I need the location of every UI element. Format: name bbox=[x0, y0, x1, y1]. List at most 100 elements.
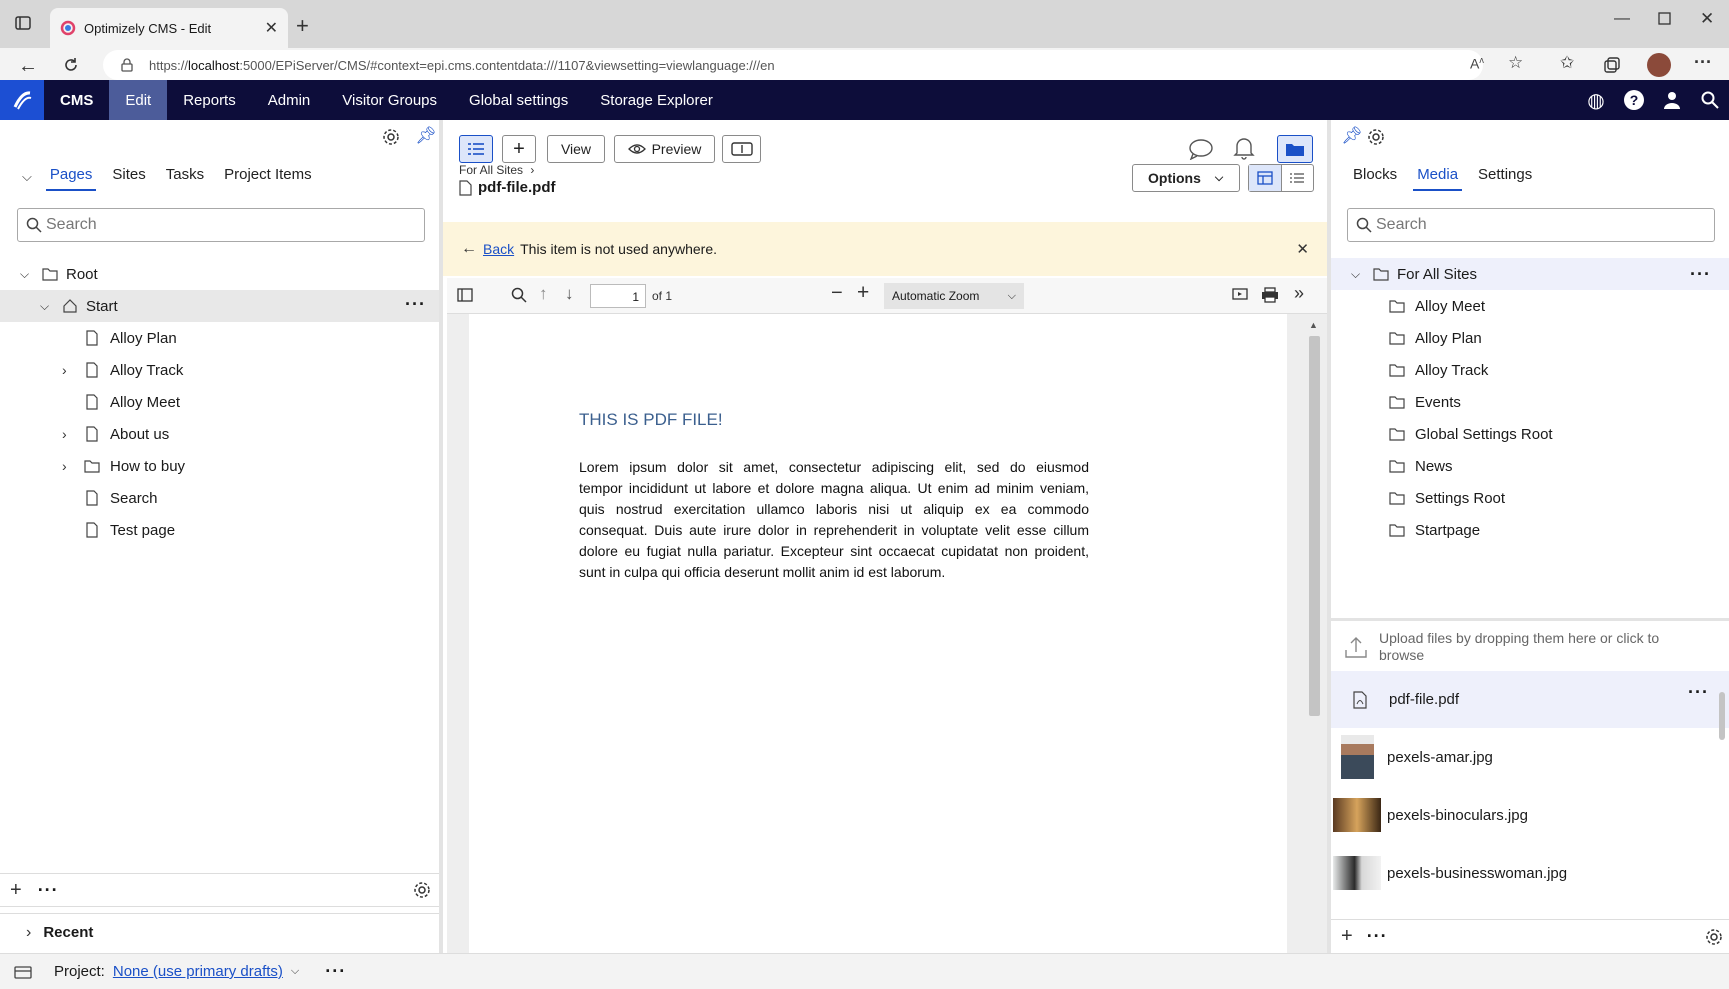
pdf-scrollbar[interactable] bbox=[1309, 336, 1320, 716]
toggle-assets-button[interactable] bbox=[1277, 135, 1313, 163]
tree-node-about-us[interactable]: › About us bbox=[0, 418, 169, 450]
search-icon[interactable] bbox=[1691, 91, 1729, 109]
collapse-chevron-icon[interactable]: ⌵ bbox=[22, 169, 32, 185]
close-icon[interactable]: ✕ bbox=[1296, 240, 1309, 258]
add-content-button[interactable]: + bbox=[502, 135, 536, 163]
next-page-icon[interactable]: ↓ bbox=[565, 284, 574, 304]
nav-global-settings[interactable]: Global settings bbox=[453, 80, 584, 120]
find-search-icon[interactable] bbox=[511, 287, 527, 303]
address-bar[interactable]: https://localhost:5000/EPiServer/CMS/#co… bbox=[103, 50, 1483, 80]
tab-media[interactable]: Media bbox=[1413, 162, 1463, 191]
globe-icon[interactable]: ◍ bbox=[1577, 88, 1615, 113]
media-item[interactable]: pexels-binoculars.jpg bbox=[1331, 786, 1729, 844]
upload-dropzone[interactable]: Upload files by dropping them here or cl… bbox=[1331, 624, 1729, 670]
zoom-select[interactable]: Automatic Zoom ⌵ bbox=[884, 283, 1024, 309]
maximize-icon[interactable] bbox=[1658, 12, 1672, 26]
read-aloud-icon[interactable]: Aʌ bbox=[1470, 55, 1484, 72]
media-item[interactable]: pexels-amar.jpg bbox=[1331, 728, 1729, 786]
folder-node[interactable]: Global Settings Root bbox=[1331, 418, 1729, 450]
expand-chevron-icon[interactable]: ⌵ bbox=[40, 299, 58, 314]
tab-tasks[interactable]: Tasks bbox=[162, 162, 208, 191]
expand-chevron-icon[interactable]: › bbox=[62, 458, 84, 474]
nav-reports[interactable]: Reports bbox=[167, 80, 252, 120]
user-icon[interactable] bbox=[1653, 91, 1691, 109]
folder-node[interactable]: Settings Root bbox=[1331, 482, 1729, 514]
close-tab-icon[interactable]: ✕ bbox=[265, 18, 278, 38]
comments-icon[interactable] bbox=[1188, 138, 1214, 160]
tree-node-alloy-meet[interactable]: Alloy Meet bbox=[0, 386, 180, 418]
back-link[interactable]: Back bbox=[483, 241, 514, 257]
presentation-mode-icon[interactable] bbox=[1232, 288, 1248, 302]
collections-icon[interactable] bbox=[1603, 56, 1621, 74]
add-favorite-icon[interactable]: ☆ bbox=[1508, 53, 1523, 73]
toolbar-gear-icon[interactable] bbox=[413, 881, 431, 899]
add-icon[interactable]: + bbox=[1341, 925, 1353, 948]
expand-chevron-icon[interactable]: › bbox=[26, 924, 31, 942]
add-icon[interactable]: + bbox=[10, 879, 22, 902]
sidebar-toggle-icon[interactable] bbox=[457, 288, 473, 302]
scroll-up-icon[interactable]: ▲ bbox=[1309, 320, 1318, 330]
all-properties-icon[interactable] bbox=[1282, 165, 1314, 191]
view-button[interactable]: View bbox=[547, 135, 605, 163]
media-search-input[interactable]: Search bbox=[1347, 208, 1715, 242]
tree-node-root[interactable]: ⌵ Root bbox=[0, 258, 439, 290]
toggle-navigation-button[interactable] bbox=[459, 135, 493, 163]
more-options-icon[interactable]: ··· bbox=[1688, 682, 1709, 703]
more-options-icon[interactable]: ··· bbox=[1690, 264, 1711, 285]
more-options-icon[interactable]: ··· bbox=[325, 961, 346, 982]
expand-chevron-icon[interactable]: › bbox=[62, 362, 84, 378]
optimizely-logo-icon[interactable] bbox=[0, 80, 44, 120]
notifications-bell-icon[interactable] bbox=[1233, 136, 1255, 160]
nav-storage-explorer[interactable]: Storage Explorer bbox=[584, 80, 729, 120]
zoom-in-icon[interactable]: + bbox=[857, 281, 869, 305]
pane-settings-gear-icon[interactable] bbox=[1367, 128, 1385, 146]
expand-chevron-icon[interactable]: › bbox=[62, 426, 84, 442]
media-item-selected[interactable]: pdf-file.pdf ··· bbox=[1331, 671, 1729, 728]
media-item[interactable]: pexels-businesswoman.jpg bbox=[1331, 844, 1729, 902]
refresh-icon[interactable] bbox=[62, 56, 80, 74]
pin-icon[interactable]: 📌︎ bbox=[1341, 126, 1363, 146]
options-button[interactable]: Options ⌵ bbox=[1132, 164, 1240, 192]
folder-node[interactable]: News bbox=[1331, 450, 1729, 482]
recent-section[interactable]: › Recent bbox=[0, 913, 439, 951]
tree-node-alloy-track[interactable]: › Alloy Track bbox=[0, 354, 183, 386]
new-tab-icon[interactable]: + bbox=[296, 13, 309, 39]
expand-chevron-icon[interactable]: ⌵ bbox=[20, 267, 38, 282]
nav-edit[interactable]: Edit bbox=[109, 80, 168, 120]
tab-project-items[interactable]: Project Items bbox=[220, 162, 316, 191]
more-options-icon[interactable]: ··· bbox=[38, 880, 59, 901]
folder-node-for-all-sites[interactable]: ⌵ For All Sites ··· bbox=[1331, 258, 1729, 290]
tab-sites[interactable]: Sites bbox=[108, 162, 149, 191]
tab-pages[interactable]: Pages bbox=[45, 162, 97, 191]
project-selector[interactable]: None (use primary drafts) bbox=[113, 963, 283, 980]
pane-splitter[interactable] bbox=[1331, 618, 1729, 621]
favorites-icon[interactable]: ✩ bbox=[1560, 53, 1574, 73]
print-icon[interactable] bbox=[1261, 287, 1279, 303]
breadcrumb-item[interactable]: For All Sites bbox=[459, 163, 523, 177]
tree-node-start[interactable]: ⌵ Start ··· bbox=[0, 290, 439, 322]
tree-node-test-page[interactable]: Test page bbox=[0, 514, 175, 546]
tools-expand-icon[interactable]: » bbox=[1294, 283, 1304, 304]
browser-tab[interactable]: Optimizely CMS - Edit ✕ bbox=[50, 8, 288, 48]
folder-node[interactable]: Alloy Plan bbox=[1331, 322, 1729, 354]
folder-node[interactable]: Startpage bbox=[1331, 514, 1729, 546]
zoom-out-icon[interactable]: − bbox=[831, 282, 843, 305]
nav-admin[interactable]: Admin bbox=[252, 80, 327, 120]
breadcrumb[interactable]: For All Sites › bbox=[459, 163, 534, 177]
minimize-icon[interactable]: — bbox=[1614, 10, 1630, 28]
media-list-scrollbar[interactable] bbox=[1719, 692, 1725, 740]
expand-chevron-icon[interactable]: ⌵ bbox=[1351, 267, 1369, 282]
folder-node[interactable]: Alloy Meet bbox=[1331, 290, 1729, 322]
folder-node[interactable]: Events bbox=[1331, 386, 1729, 418]
browser-menu-icon[interactable]: ··· bbox=[1694, 52, 1712, 73]
help-icon[interactable]: ? bbox=[1615, 90, 1653, 110]
tab-actions-icon[interactable] bbox=[14, 14, 32, 32]
back-arrow-icon[interactable]: ← bbox=[18, 55, 38, 78]
compare-button[interactable] bbox=[722, 135, 761, 163]
tree-node-alloy-plan[interactable]: Alloy Plan bbox=[0, 322, 177, 354]
page-number-input[interactable]: 1 bbox=[590, 284, 646, 308]
tree-node-search[interactable]: Search bbox=[0, 482, 158, 514]
chevron-down-icon[interactable]: ⌵ bbox=[291, 965, 299, 978]
profile-avatar[interactable] bbox=[1647, 53, 1671, 77]
pane-settings-gear-icon[interactable] bbox=[382, 128, 400, 146]
